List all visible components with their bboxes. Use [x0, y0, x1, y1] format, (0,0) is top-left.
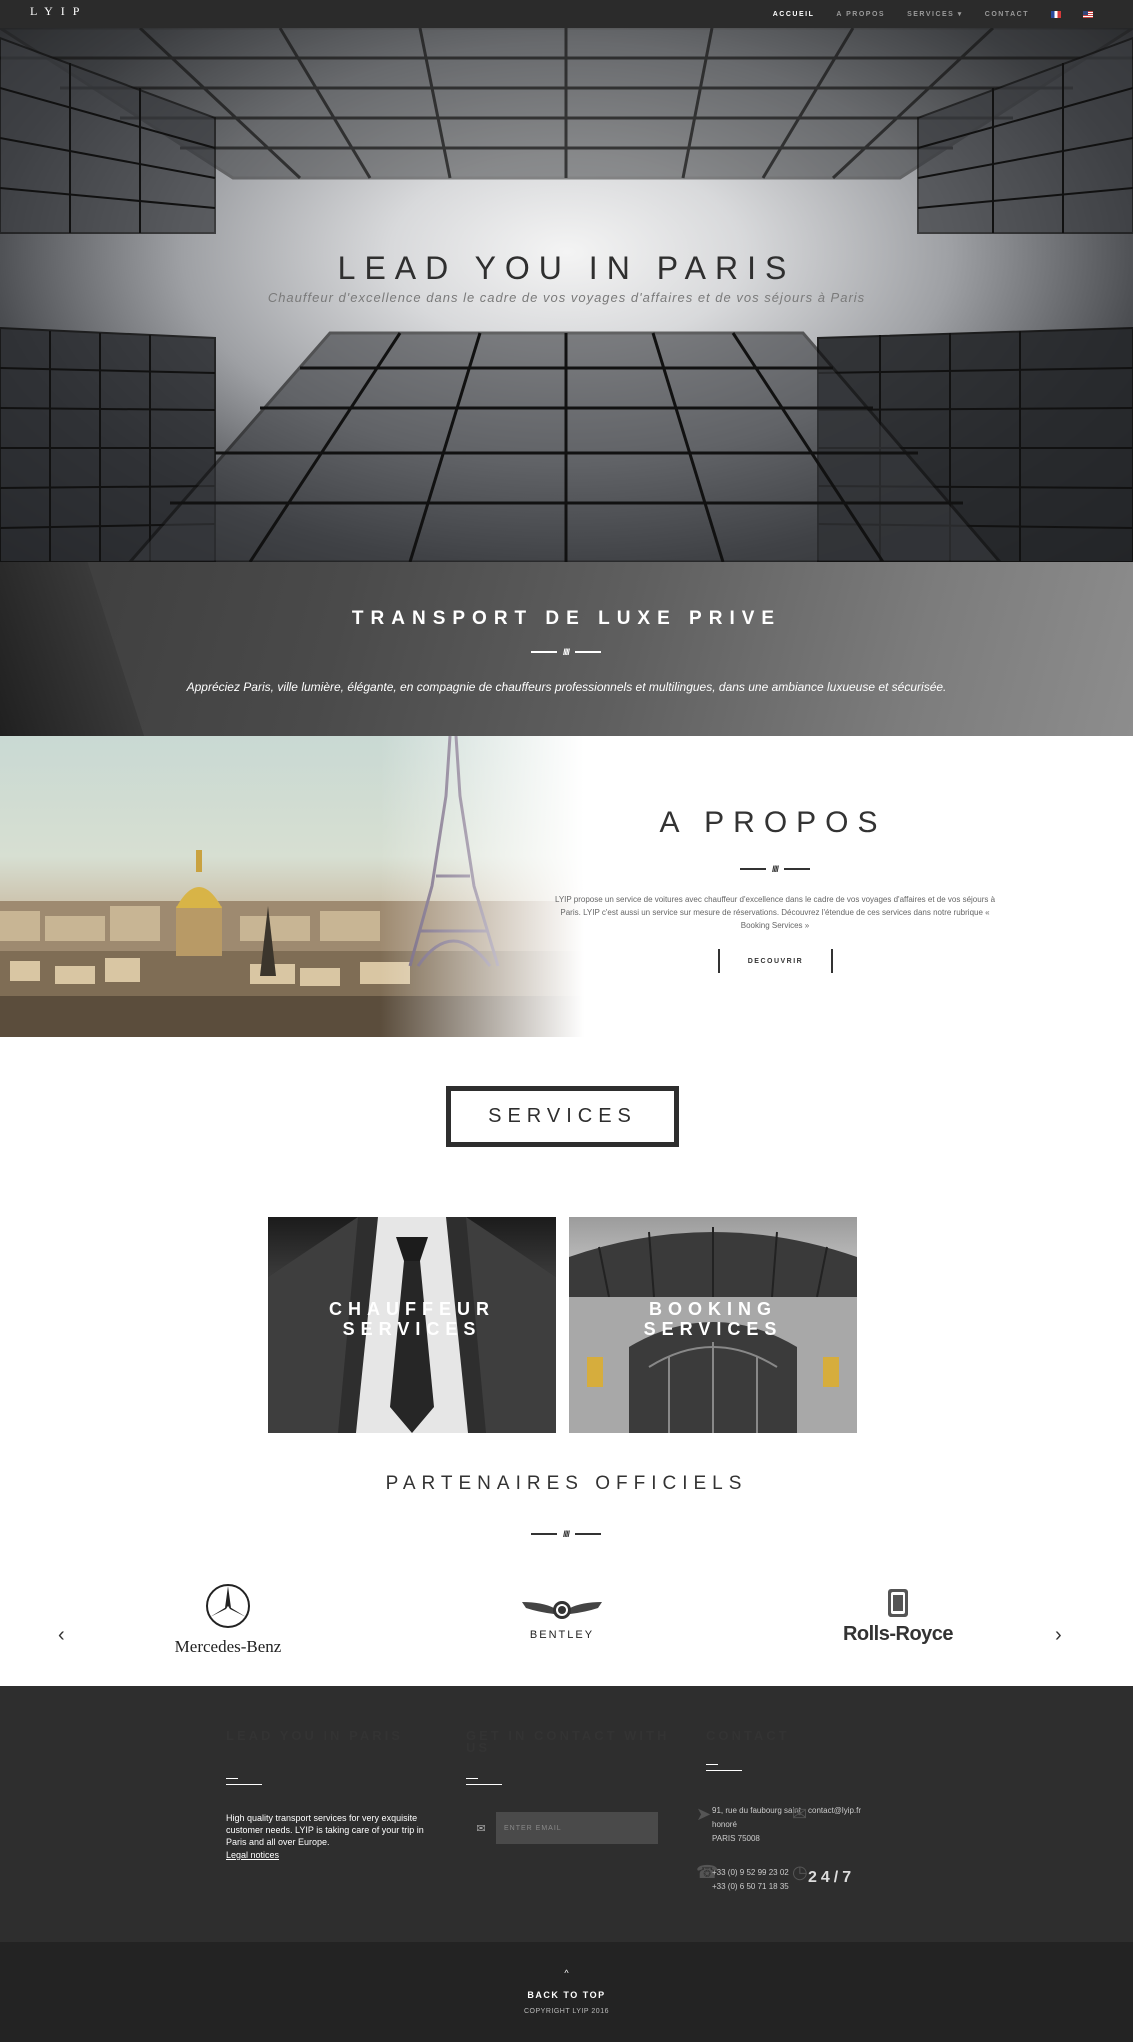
- divider-line: [784, 868, 810, 870]
- clock-icon: ◷: [792, 1862, 808, 1882]
- hero-banner: LEAD YOU IN PARIS Chauffeur d'excellence…: [0, 28, 1133, 562]
- image-fade-overlay: [380, 736, 620, 1037]
- address-line-1: 91, rue du faubourg saint: [712, 1806, 801, 1815]
- legal-notices-link[interactable]: Legal notices: [226, 1849, 279, 1861]
- availability-label: 24/7: [808, 1869, 856, 1886]
- chauffeur-services-card[interactable]: CHAUFFEUR SERVICES: [268, 1217, 556, 1433]
- card-label-line: BOOKING: [648, 1299, 777, 1319]
- copyright-text: COPYRIGHT LYIP 2016: [524, 2008, 609, 2015]
- footer-col3-title: CONTACT: [706, 1728, 790, 1743]
- divider-chevron-icon: ////: [771, 864, 779, 874]
- flag-fr-icon[interactable]: [1051, 10, 1061, 18]
- main-menu: ACCUEIL A PROPOS SERVICES ▾ CONTACT: [773, 0, 1093, 28]
- contact-email[interactable]: contact@lyip.fr: [808, 1804, 861, 1818]
- divider-line: [530, 651, 557, 653]
- carousel-next-arrow-icon[interactable]: ›: [1055, 1624, 1062, 1647]
- hero-title: LEAD YOU IN PARIS: [337, 250, 796, 286]
- section-divider: ////: [675, 864, 875, 874]
- card-label: BOOKING SERVICES: [569, 1299, 857, 1339]
- address-line-2: honoré: [712, 1820, 737, 1829]
- hero-subtitle: Chauffeur d'excellence dans le cadre de …: [267, 290, 866, 305]
- mail-icon: ✉: [792, 1804, 808, 1824]
- a-propos-section: A PROPOS //// LYIP propose un service de…: [0, 736, 1133, 1037]
- card-label-line: CHAUFFEUR: [329, 1299, 495, 1319]
- dark-fold-decoration: [0, 562, 159, 736]
- footer-col2-title: GET IN CONTACT WITH US: [466, 1728, 670, 1755]
- location-icon: ➤: [696, 1804, 712, 1824]
- carousel-prev-arrow-icon[interactable]: ‹: [58, 1624, 65, 1647]
- card-label-line: SERVICES: [342, 1319, 482, 1339]
- email-input[interactable]: [496, 1812, 658, 1844]
- footer-mark: [466, 1778, 502, 1786]
- footer-col1-title: LEAD YOU IN PARIS: [226, 1728, 403, 1743]
- luxe-section: TRANSPORT DE LUXE PRIVE //// Appréciez P…: [0, 562, 1133, 736]
- rolls-royce-badge-icon: [888, 1589, 908, 1617]
- partner-name: Mercedes-Benz: [174, 1637, 282, 1656]
- divider-line: [575, 651, 601, 653]
- phone-number-2[interactable]: +33 (0) 6 50 71 18 35: [712, 1880, 789, 1894]
- address-line-3: PARIS 75008: [712, 1834, 760, 1843]
- footer-col1-text: High quality transport services for very…: [226, 1813, 424, 1847]
- bentley-wings-icon: [522, 1601, 602, 1619]
- divider-line: [530, 1533, 557, 1535]
- partners-title: PARTENAIRES OFFICIELS: [385, 1473, 748, 1494]
- partner-name: BENTLEY: [529, 1629, 595, 1641]
- luxe-title: TRANSPORT DE LUXE PRIVE: [351, 608, 782, 629]
- card-label-line: SERVICES: [643, 1319, 783, 1339]
- partner-logo-rolls-royce[interactable]: Rolls-Royce: [838, 1588, 958, 1646]
- a-propos-text: LYIP propose un service de voitures avec…: [554, 895, 996, 930]
- newsletter-form: ✉: [466, 1812, 660, 1844]
- divider-line: [575, 1533, 601, 1535]
- nav-item-contact[interactable]: CONTACT: [985, 11, 1029, 18]
- card-label: CHAUFFEUR SERVICES: [268, 1299, 556, 1339]
- phone-number-1[interactable]: +33 (0) 9 52 99 23 02: [712, 1866, 789, 1880]
- divider-line: [739, 868, 766, 870]
- back-to-top-arrow-icon[interactable]: ^: [0, 1968, 1133, 1978]
- mercedes-star-icon: [206, 1584, 250, 1628]
- site-logo[interactable]: LYIP: [30, 4, 87, 19]
- section-divider: ////: [466, 647, 666, 657]
- partner-logo-bentley[interactable]: BENTLEY: [500, 1598, 624, 1641]
- nav-item-accueil[interactable]: ACCUEIL: [773, 11, 815, 18]
- envelope-icon: ✉: [476, 1822, 486, 1835]
- divider-chevron-icon: ////: [562, 647, 570, 657]
- top-navbar: LYIP ACCUEIL A PROPOS SERVICES ▾ CONTACT: [0, 0, 1133, 28]
- nav-item-services[interactable]: SERVICES ▾: [907, 10, 963, 18]
- a-propos-title: A PROPOS: [659, 806, 887, 839]
- flag-en-icon[interactable]: [1083, 10, 1093, 18]
- luxe-text: Appréciez Paris, ville lumière, élégante…: [186, 680, 947, 694]
- divider-chevron-icon: ////: [562, 1529, 570, 1539]
- paris-skyline-image: [0, 736, 620, 1037]
- back-to-top-link[interactable]: BACK TO TOP: [0, 1990, 1133, 2000]
- nav-item-a-propos[interactable]: A PROPOS: [836, 11, 885, 18]
- booking-services-card[interactable]: BOOKING SERVICES: [569, 1217, 857, 1433]
- decouvrir-button[interactable]: DECOUVRIR: [718, 949, 833, 973]
- partner-logo-mercedes[interactable]: Mercedes-Benz: [168, 1582, 288, 1657]
- partner-name: Rolls-Royce: [842, 1623, 954, 1645]
- section-divider: ////: [466, 1529, 666, 1539]
- footer-mark: [226, 1778, 262, 1786]
- services-heading: SERVICES: [446, 1086, 679, 1147]
- footer-mark: [706, 1764, 742, 1772]
